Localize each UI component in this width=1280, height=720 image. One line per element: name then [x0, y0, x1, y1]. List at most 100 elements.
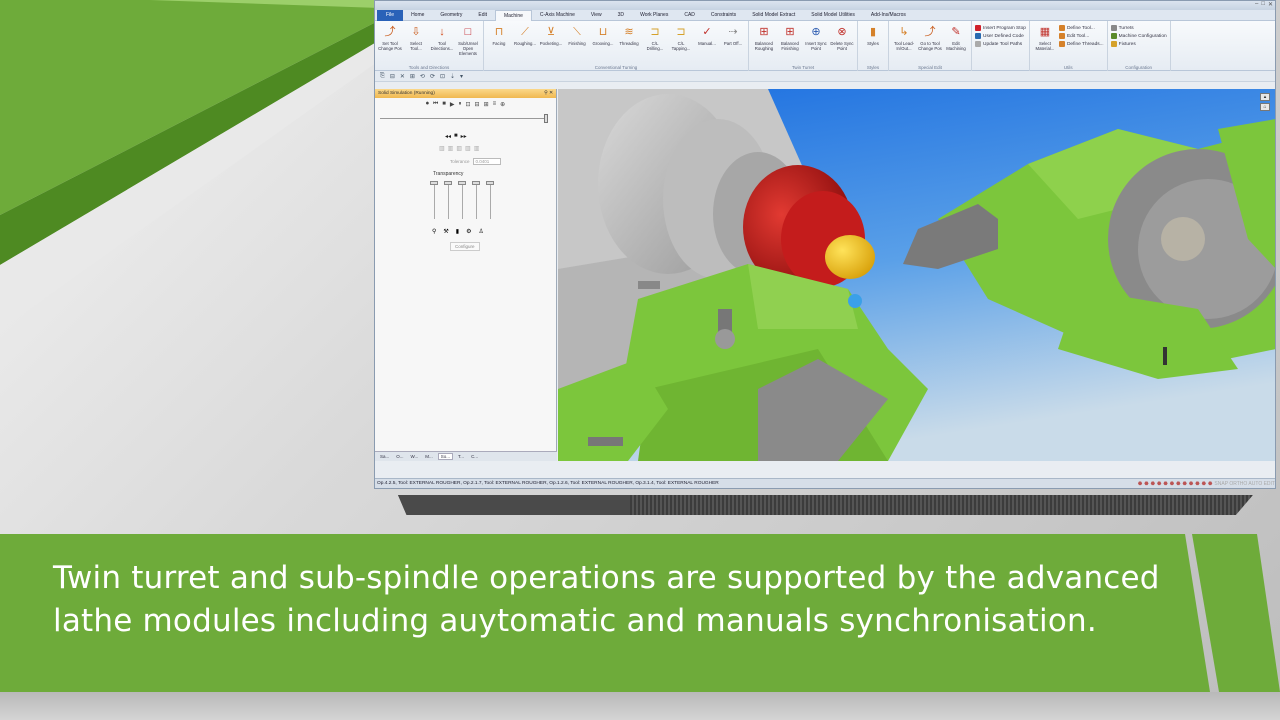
tab-edit[interactable]: Edit: [470, 10, 495, 21]
tab-3d[interactable]: 3D: [610, 10, 632, 21]
balanced-roughing-button[interactable]: ⊞ Balanced Roughing: [752, 23, 776, 71]
c-l-drilling-button[interactable]: ⊐ C/L Drilling...: [643, 23, 667, 71]
transparency-slider[interactable]: [472, 181, 480, 219]
minimize-button[interactable]: –: [1255, 1, 1258, 8]
simulation-control-icon[interactable]: ⏸: [459, 101, 462, 108]
transparency-slider[interactable]: [430, 181, 438, 219]
status-tool-icon[interactable]: ⬣: [1138, 479, 1142, 488]
quick-access-icon[interactable]: ⟳: [430, 73, 435, 80]
status-tool-icon[interactable]: ⬣: [1157, 479, 1161, 488]
component-icon[interactable]: ⚙: [466, 228, 471, 235]
simulation-control-icon[interactable]: ■: [442, 101, 446, 108]
simulation-speed-slider[interactable]: [380, 114, 548, 123]
roughing-button[interactable]: ⟋ Roughing...: [513, 23, 537, 71]
panel-pin-close-icon[interactable]: ⚲ ✕: [544, 89, 553, 98]
playback-icon[interactable]: ■: [454, 133, 458, 140]
tab-solid-model-utilities[interactable]: Solid Model Utilities: [803, 10, 863, 21]
status-tool-icon[interactable]: ⬣: [1183, 479, 1187, 488]
grooving-button[interactable]: ⊔ Grooving...: [591, 23, 615, 71]
view-home-icon[interactable]: ⌂: [1260, 103, 1270, 111]
set-tool-change-pos-button[interactable]: ⤴ Set Tool Change Pos: [378, 23, 402, 71]
select-material-button[interactable]: ▦ Select Material...: [1033, 23, 1057, 71]
status-tool-icon[interactable]: ⬣: [1163, 479, 1167, 488]
playback-icon[interactable]: ◂◂: [445, 133, 451, 140]
tab-add-ins-macros[interactable]: Add-Ins/Macros: [863, 10, 914, 21]
quick-access-icon[interactable]: ⟲: [420, 73, 425, 80]
simulation-control-icon[interactable]: ⏺: [426, 101, 429, 108]
define-tool-button[interactable]: Define Tool...: [1058, 25, 1104, 31]
quick-access-icon[interactable]: ⊞: [410, 73, 415, 80]
simulation-control-icon[interactable]: ▶: [450, 101, 455, 108]
transparency-slider[interactable]: [444, 181, 452, 219]
user-defined-code-button[interactable]: User Defined Code: [975, 33, 1026, 39]
finishing-button[interactable]: ⟍ Finishing: [565, 23, 589, 71]
quick-access-icon[interactable]: ✕: [400, 73, 405, 80]
playback-icon[interactable]: ▸▸: [461, 133, 467, 140]
facing-button[interactable]: ⊓ Facing: [487, 23, 511, 71]
transparency-slider[interactable]: [458, 181, 466, 219]
close-button[interactable]: ✕: [1268, 1, 1273, 8]
define-threads-button[interactable]: Define Threads...: [1058, 41, 1104, 47]
machine-configuration-button[interactable]: Machine Configuration: [1110, 33, 1167, 39]
panel-tab[interactable]: M...: [423, 454, 435, 459]
styles-button[interactable]: ▮ Styles: [861, 23, 885, 71]
configure-button[interactable]: Configure: [450, 242, 480, 251]
component-icon[interactable]: ♙: [479, 228, 484, 235]
component-icon[interactable]: ⚲: [432, 228, 436, 235]
component-icon[interactable]: ⚒: [443, 228, 448, 235]
fixtures-button[interactable]: Fixtures: [1110, 41, 1167, 47]
status-tool-icon[interactable]: ⬣: [1176, 479, 1180, 488]
c-l-tapping-button[interactable]: ⊐ C/L Tapping...: [669, 23, 693, 71]
simulation-control-icon[interactable]: ⊡: [466, 101, 471, 108]
panel-tab[interactable]: C...: [469, 454, 480, 459]
quick-access-icon[interactable]: ⊡: [440, 73, 445, 80]
tab-view[interactable]: View: [583, 10, 610, 21]
status-tool-icon[interactable]: ⬣: [1170, 479, 1174, 488]
tab-cad[interactable]: CAD: [676, 10, 703, 21]
tab-geometry[interactable]: Geometry: [432, 10, 470, 21]
status-tool-icon[interactable]: ⬣: [1189, 479, 1193, 488]
edit-machining-button[interactable]: ✎ Edit Machining: [944, 23, 968, 71]
tab-file[interactable]: File: [377, 9, 404, 21]
panel-tab[interactable]: O...: [394, 454, 405, 459]
simulation-control-icon[interactable]: ⊕: [500, 101, 505, 108]
component-icon[interactable]: ▮: [456, 228, 459, 235]
turrets-button[interactable]: Turrets: [1110, 25, 1167, 31]
status-tool-icon[interactable]: ⬣: [1202, 479, 1206, 488]
quick-access-icon[interactable]: ⇣: [450, 73, 455, 80]
part-off-button[interactable]: ⇢ Part Off...: [721, 23, 745, 71]
balanced-finishing-button[interactable]: ⊞ Balanced Finishing: [778, 23, 802, 71]
insert-sync-point-button[interactable]: ⊕ Insert Sync Point: [804, 23, 828, 71]
manual-button[interactable]: ✓ Manual...: [695, 23, 719, 71]
maximize-button[interactable]: □: [1261, 1, 1265, 8]
tolerance-field[interactable]: 0.0401: [472, 158, 501, 165]
quick-access-icon[interactable]: ▾: [460, 73, 463, 80]
tab-home[interactable]: Home: [403, 10, 432, 21]
status-tool-icon[interactable]: ⬣: [1195, 479, 1199, 488]
simulation-control-icon[interactable]: ≡: [493, 101, 497, 108]
tool-lead-in-out-button[interactable]: ↳ Tool Lead-In/Out...: [892, 23, 916, 71]
tool-directions-button[interactable]: ↓ Tool Directions...: [430, 23, 454, 71]
simulation-control-icon[interactable]: ⏮: [433, 101, 438, 108]
3d-simulation-viewport[interactable]: ▴ ⌂: [558, 89, 1275, 461]
threading-button[interactable]: ≋ Threading: [617, 23, 641, 71]
panel-tab[interactable]: T...: [456, 454, 466, 459]
quick-access-icon[interactable]: ⎘: [380, 73, 385, 80]
transparency-slider[interactable]: [486, 181, 494, 219]
go-to-tool-change-pos-button[interactable]: ⤴ Go to Tool Change Pos: [918, 23, 942, 71]
simulation-control-icon[interactable]: ⊞: [484, 101, 489, 108]
update-tool-paths-button[interactable]: Update Tool Paths: [975, 41, 1026, 47]
pocketing-button[interactable]: ⊻ Pocketing...: [539, 23, 563, 71]
tab-solid-model-extract[interactable]: Solid Model Extract: [744, 10, 803, 21]
tab-constraints[interactable]: Constraints: [703, 10, 744, 21]
insert-program-stop-button[interactable]: Insert Program Stop: [975, 25, 1026, 31]
delete-sync-point-button[interactable]: ⊗ Delete Sync Point: [830, 23, 854, 71]
panel-tab[interactable]: So...: [437, 453, 454, 460]
status-tool-icon[interactable]: ⬣: [1151, 479, 1155, 488]
panel-tab[interactable]: W...: [409, 454, 421, 459]
edit-tool-button[interactable]: Edit Tool...: [1058, 33, 1104, 39]
status-mode-labels[interactable]: SNAP ORTHO AUTO EDIT: [1214, 479, 1275, 488]
slider-thumb[interactable]: [544, 114, 548, 123]
view-cube-icon[interactable]: ▴: [1260, 93, 1270, 101]
status-tool-icon[interactable]: ⬣: [1208, 479, 1212, 488]
